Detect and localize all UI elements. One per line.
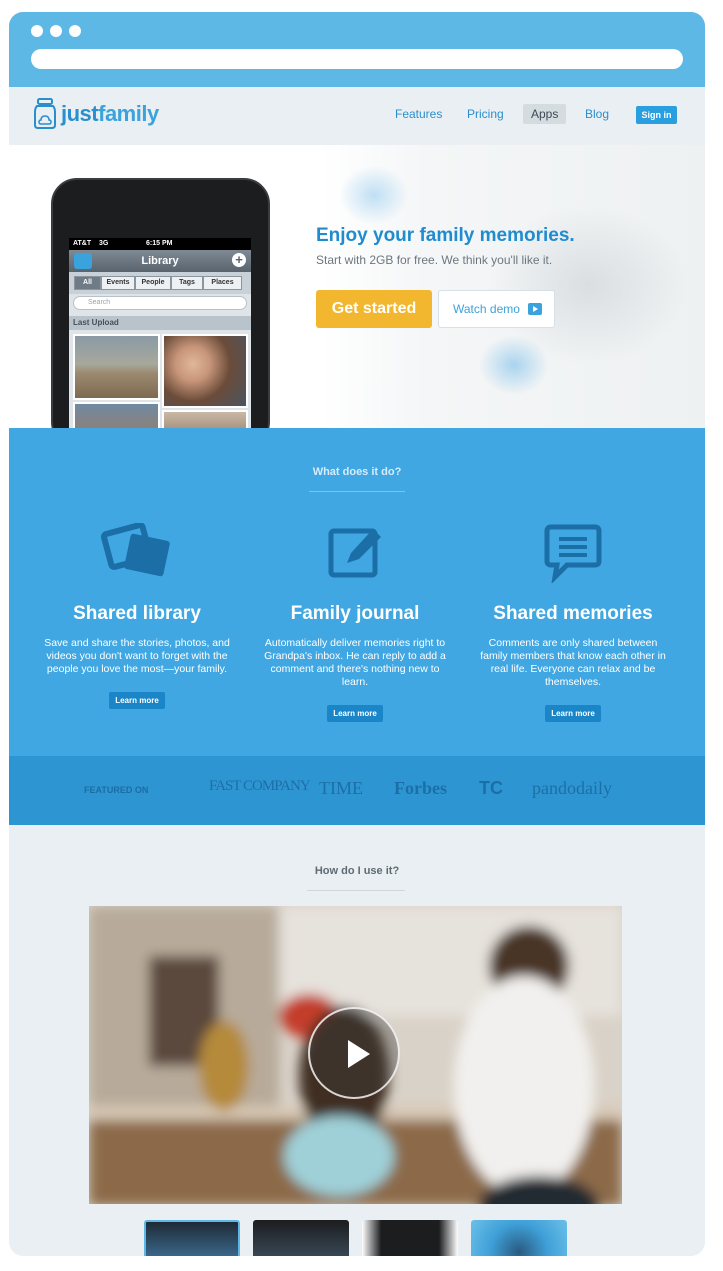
features-section: What does it do? Shared library Save and… <box>9 428 705 756</box>
feature-description: Save and share the stories, photos, and … <box>44 637 230 675</box>
phone-status-bar: AT&T 3G 6:15 PM <box>69 238 251 250</box>
press-logo-fastcompany[interactable]: FAST COMPANY <box>209 778 311 795</box>
logo-text: justfamily <box>61 101 159 126</box>
cloud-icon <box>74 253 92 269</box>
features-heading: What does it do? <box>312 466 402 478</box>
learn-more-button[interactable]: Learn more <box>545 705 601 722</box>
phone-search-field: Search <box>73 296 247 310</box>
divider <box>307 890 405 891</box>
watch-demo-button[interactable]: Watch demo <box>438 290 555 328</box>
nav-blog[interactable]: Blog <box>585 107 609 121</box>
divider <box>309 491 405 492</box>
photo-thumbnail <box>73 334 160 400</box>
feature-title: Shared library <box>73 603 201 624</box>
learn-more-button[interactable]: Learn more <box>327 705 383 722</box>
sign-in-button[interactable]: Sign in <box>636 106 677 124</box>
hero-section: AT&T 3G 6:15 PM Library + All Events Peo… <box>9 145 705 428</box>
browser-window: justfamily Features Pricing Apps Blog Si… <box>9 12 705 1256</box>
learn-more-button[interactable]: Learn more <box>109 692 165 709</box>
phone-titlebar: Library + <box>69 250 251 272</box>
video-thumbnail[interactable] <box>471 1220 567 1256</box>
featured-label: FEATURED ON <box>84 785 149 795</box>
feature-family-journal: Family journal Automatically deliver mem… <box>250 523 460 722</box>
how-heading: How do I use it? <box>314 865 400 877</box>
journal-edit-icon <box>328 528 381 578</box>
get-started-button[interactable]: Get started <box>316 290 432 328</box>
video-thumbnail[interactable] <box>362 1220 458 1256</box>
phone-network: 3G <box>99 240 109 247</box>
phone-time: 6:15 PM <box>146 240 173 247</box>
feature-title: Shared memories <box>493 603 653 624</box>
feature-shared-library: Shared library Save and share the storie… <box>32 522 242 709</box>
phone-seg-events: Events <box>101 276 135 290</box>
window-dot-maximize[interactable] <box>69 25 81 37</box>
hero-title: Enjoy your family memories. <box>316 225 575 246</box>
phone-seg-tags: Tags <box>171 276 203 290</box>
plus-icon: + <box>232 253 246 267</box>
phone-segment-bar: All Events People Tags Places <box>69 272 251 294</box>
hero-background-blur <box>339 165 409 225</box>
demo-video[interactable] <box>89 906 622 1204</box>
featured-on-bar: FEATURED ON FAST COMPANY TIME Forbes TC … <box>9 756 705 825</box>
phone-mockup: AT&T 3G 6:15 PM Library + All Events Peo… <box>51 178 270 428</box>
phone-seg-people: People <box>135 276 171 290</box>
video-thumbnail[interactable] <box>144 1220 240 1256</box>
photos-icon <box>100 522 170 577</box>
phone-title: Library <box>141 255 179 267</box>
site-header: justfamily Features Pricing Apps Blog Si… <box>9 87 705 145</box>
logo[interactable]: justfamily <box>33 98 183 132</box>
press-logo-time[interactable]: TIME <box>319 778 363 799</box>
nav-apps[interactable]: Apps <box>523 104 567 124</box>
press-logo-forbes[interactable]: Forbes <box>394 778 447 799</box>
photo-thumbnail <box>162 410 248 428</box>
feature-description: Comments are only shared between family … <box>480 637 666 688</box>
browser-chrome <box>9 12 705 87</box>
window-dot-close[interactable] <box>31 25 43 37</box>
phone-carrier: AT&T <box>73 240 92 247</box>
hero-background-blur <box>479 335 549 395</box>
watch-demo-label: Watch demo <box>453 302 520 316</box>
phone-seg-places: Places <box>203 276 242 290</box>
feature-title: Family journal <box>290 603 420 624</box>
photo-thumbnail <box>162 334 248 408</box>
feature-shared-memories: Shared memories Comments are only shared… <box>468 523 678 722</box>
comment-icon <box>544 524 602 585</box>
jar-icon <box>34 98 56 129</box>
press-logo-pandodaily[interactable]: pandodaily <box>532 778 612 799</box>
play-icon <box>528 303 542 315</box>
nav-pricing[interactable]: Pricing <box>467 107 504 121</box>
phone-section-label: Last Upload <box>69 316 251 330</box>
hero-subtitle: Start with 2GB for free. We think you'll… <box>316 253 553 267</box>
press-logo-techcrunch[interactable]: TC <box>479 778 503 799</box>
feature-description: Automatically deliver memories right to … <box>264 637 446 688</box>
address-bar[interactable] <box>31 49 683 69</box>
nav-features[interactable]: Features <box>395 107 442 121</box>
phone-screen: AT&T 3G 6:15 PM Library + All Events Peo… <box>69 238 251 428</box>
photo-thumbnail <box>73 402 160 428</box>
video-thumbnail[interactable] <box>253 1220 349 1256</box>
phone-seg-all: All <box>74 276 101 290</box>
video-play-button[interactable] <box>308 1007 400 1099</box>
window-dot-minimize[interactable] <box>50 25 62 37</box>
